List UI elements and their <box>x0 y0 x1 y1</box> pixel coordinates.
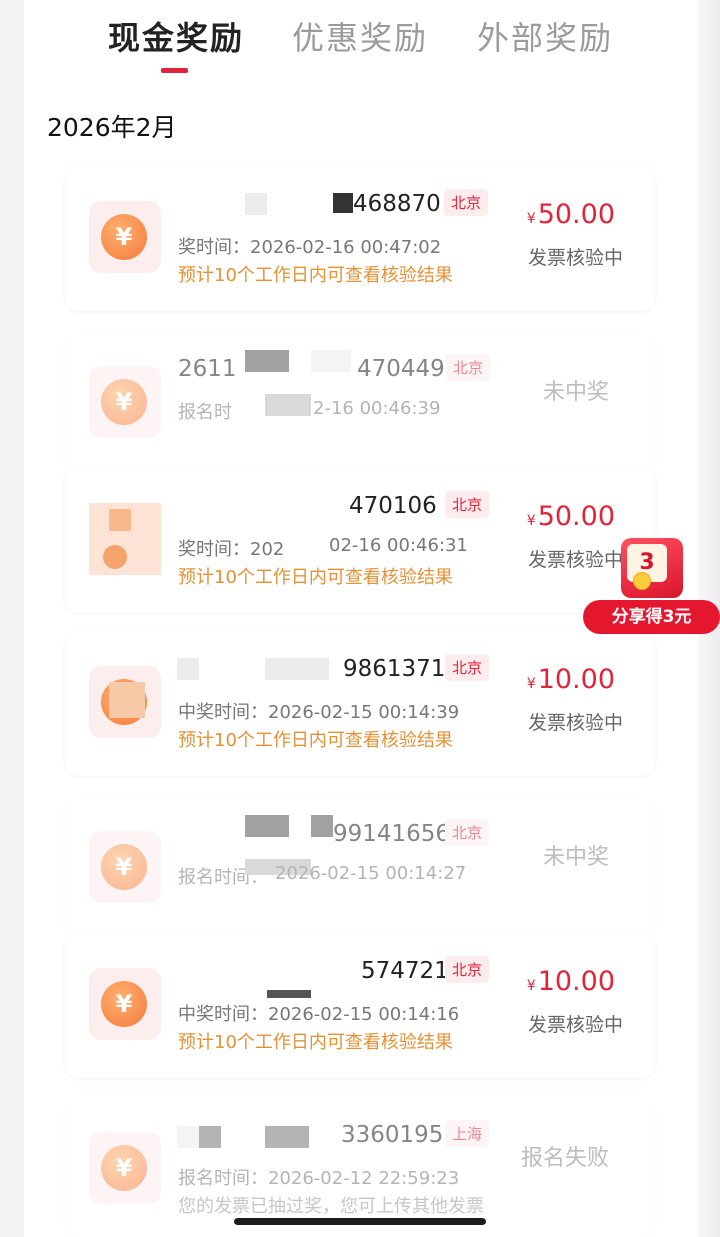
record-time-tail: 02-16 00:46:31 <box>329 535 468 556</box>
record-note: 预计10个工作日内可查看核验结果 <box>178 1032 453 1053</box>
invoice-number: 468870 <box>353 191 441 217</box>
coin-icon: ¥ <box>89 968 161 1040</box>
reward-amount: ¥10.00 <box>526 966 615 997</box>
reward-amount: ¥50.00 <box>526 199 615 230</box>
record-time: 中奖时间：2026-02-15 00:14:39 <box>178 702 460 723</box>
record-time: 奖时间：202 <box>178 539 285 560</box>
coin-icon <box>89 503 161 575</box>
city-badge: 北京 <box>445 956 490 983</box>
month-header: 2026年2月 <box>47 113 177 142</box>
coin-icon: ¥ <box>89 666 161 738</box>
masked-text <box>177 658 199 680</box>
city-badge: 北京 <box>445 819 490 846</box>
reward-amount: ¥10.00 <box>526 664 615 695</box>
share-reward-button[interactable]: 分享得3元 <box>583 600 720 634</box>
record-time: 报名时 <box>178 402 232 423</box>
record-card[interactable]: ¥ 3360195 上海 报名时间：2026-02-12 22:59:23 您的… <box>65 1096 655 1237</box>
invoice-number: 470106 <box>349 493 437 519</box>
masked-text <box>177 1126 199 1148</box>
record-status: 发票核验中 <box>527 247 623 269</box>
record-card[interactable]: ¥ 99141656 北京 报名时间： 2026-02-15 00:14:27 … <box>65 795 655 941</box>
record-card[interactable]: 470106 北京 奖时间：202 02-16 00:46:31 预计10个工作… <box>65 467 655 613</box>
record-note: 预计10个工作日内可查看核验结果 <box>178 265 453 286</box>
invoice-number: 2611 <box>178 356 237 382</box>
masked-text <box>267 990 311 998</box>
tab-external-reward[interactable]: 外部奖励 <box>477 14 613 62</box>
city-badge: 北京 <box>445 654 490 681</box>
yuan-icon: ¥ <box>101 214 147 260</box>
coin-icon: ¥ <box>89 831 161 903</box>
invoice-number: 574721 <box>361 958 449 984</box>
share-promo-widget[interactable]: 3 分享得3元 <box>583 533 720 638</box>
city-badge: 北京 <box>444 189 489 216</box>
record-time: 奖时间：2026-02-16 00:47:02 <box>178 237 442 258</box>
invoice-number: 99141656 <box>333 821 451 847</box>
tab-cash-reward[interactable]: 现金奖励 <box>108 14 244 62</box>
invoice-number-suffix: 470449 <box>357 356 445 382</box>
invoice-number: 9861371 <box>343 656 446 682</box>
record-time: 报名时间：2026-02-12 22:59:23 <box>178 1168 460 1189</box>
record-card[interactable]: ¥ 468870 北京 奖时间：2026-02-16 00:47:02 预计10… <box>65 165 655 311</box>
masked-text <box>333 193 353 213</box>
masked-text <box>311 350 351 372</box>
coin-icon: ¥ <box>89 1132 161 1204</box>
background-left <box>0 0 24 1237</box>
city-badge: 北京 <box>446 354 491 381</box>
masked-icon <box>109 509 131 531</box>
masked-icon <box>109 682 145 718</box>
masked-text <box>311 815 333 837</box>
record-status: 发票核验中 <box>527 1014 623 1036</box>
record-note: 您的发票已抽过奖，您可上传其他发票 <box>178 1196 484 1217</box>
city-badge: 北京 <box>445 491 490 518</box>
yuan-icon: ¥ <box>101 981 147 1027</box>
masked-icon <box>103 545 127 569</box>
coin-icon: ¥ <box>89 366 161 438</box>
reward-amount: ¥50.00 <box>526 501 615 532</box>
home-indicator[interactable] <box>234 1218 486 1225</box>
record-note: 预计10个工作日内可查看核验结果 <box>178 730 453 751</box>
record-status: 报名失败 <box>520 1146 609 1171</box>
record-status: 发票核验中 <box>527 712 623 734</box>
masked-text <box>265 1126 309 1148</box>
record-status: 未中奖 <box>542 845 609 870</box>
red-envelope-icon: 3 <box>621 538 683 598</box>
yuan-icon: ¥ <box>101 844 147 890</box>
masked-text <box>245 193 267 215</box>
reward-tabs: 现金奖励 优惠奖励 外部奖励 <box>24 0 698 90</box>
record-card[interactable]: ¥ 2611 470449 北京 报名时 2-16 00:46:39 未中奖 <box>65 330 655 476</box>
record-card[interactable]: ¥ 574721 北京 中奖时间：2026-02-15 00:14:16 预计1… <box>65 932 655 1078</box>
coin-icon: ¥ <box>89 201 161 273</box>
masked-text <box>245 815 289 837</box>
record-status: 未中奖 <box>542 380 609 405</box>
yuan-icon: ¥ <box>101 1145 147 1191</box>
masked-text <box>245 350 289 372</box>
record-time-tail: 2-16 00:46:39 <box>313 398 441 419</box>
record-card[interactable]: ¥ 9861371 北京 中奖时间：2026-02-15 00:14:39 预计… <box>65 630 655 776</box>
invoice-number: 3360195 <box>341 1122 444 1148</box>
masked-text <box>265 394 311 416</box>
masked-text <box>265 658 329 680</box>
record-time-tail: 2026-02-15 00:14:27 <box>275 863 467 884</box>
active-tab-indicator <box>161 68 188 73</box>
record-time: 中奖时间：2026-02-15 00:14:16 <box>178 1004 460 1025</box>
record-note: 预计10个工作日内可查看核验结果 <box>178 567 453 588</box>
gold-coin-icon <box>633 572 651 590</box>
masked-text <box>199 1126 221 1148</box>
yuan-icon: ¥ <box>101 379 147 425</box>
city-badge: 上海 <box>445 1120 490 1147</box>
tab-discount-reward[interactable]: 优惠奖励 <box>292 14 428 62</box>
